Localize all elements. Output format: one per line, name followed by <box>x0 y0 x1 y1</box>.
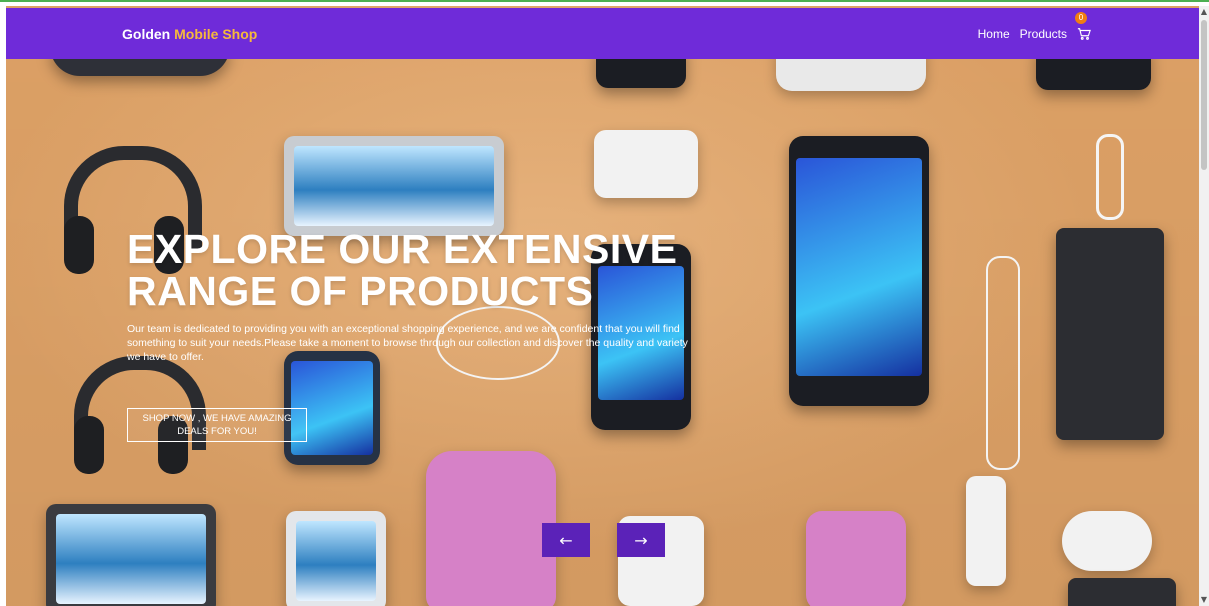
page-scrollbar[interactable]: ▲ ▼ <box>1199 6 1209 606</box>
shop-now-button[interactable]: SHOP NOW , WE HAVE AMAZING DEALS FOR YOU… <box>127 408 307 442</box>
device-image <box>1068 578 1176 606</box>
cart-count-badge: 0 <box>1075 12 1087 24</box>
nav-links: Home Products 0 <box>978 12 1091 41</box>
power-bank-image <box>1056 228 1164 440</box>
page-viewport: Golden Mobile Shop Home Products 0 EXPLO… <box>6 6 1199 606</box>
hero-description: Our team is dedicated to providing you w… <box>127 323 688 363</box>
hero-headline: EXPLORE OUR EXTENSIVE RANGE OF PRODUCTS <box>127 226 678 314</box>
backpack-image <box>426 451 556 606</box>
bag-image <box>806 511 906 606</box>
tablet-image <box>286 511 386 606</box>
brand-logo[interactable]: Golden Mobile Shop <box>122 26 257 42</box>
headphone-cup-image <box>74 416 104 474</box>
scroll-up-icon[interactable]: ▲ <box>1200 8 1208 16</box>
hero-content: EXPLORE OUR EXTENSIVE RANGE OF PRODUCTS … <box>127 226 717 442</box>
adapter-image <box>966 476 1006 586</box>
carousel-next-button[interactable]: → <box>617 523 665 557</box>
scroll-down-icon[interactable]: ▼ <box>1200 596 1208 604</box>
cable-image <box>986 256 1020 470</box>
tablet-image <box>284 136 504 236</box>
cart-icon <box>1077 28 1091 40</box>
scroll-thumb[interactable] <box>1201 20 1207 170</box>
nav-link-products[interactable]: Products <box>1020 27 1067 41</box>
carousel-prev-button[interactable]: ← <box>542 523 590 557</box>
window-top-border <box>0 0 1209 2</box>
speaker-image <box>1062 511 1152 571</box>
earphones-image <box>1096 134 1124 220</box>
charger-image <box>594 130 698 198</box>
headphone-cup-image <box>64 216 94 274</box>
nav-link-home[interactable]: Home <box>978 27 1010 41</box>
phone-image <box>789 136 929 406</box>
navbar: Golden Mobile Shop Home Products 0 <box>6 8 1199 59</box>
brand-name-accent: Mobile Shop <box>174 26 258 42</box>
tablet-image <box>46 504 216 606</box>
cart-button[interactable]: 0 <box>1075 12 1091 41</box>
brand-name: Golden <box>122 26 171 42</box>
